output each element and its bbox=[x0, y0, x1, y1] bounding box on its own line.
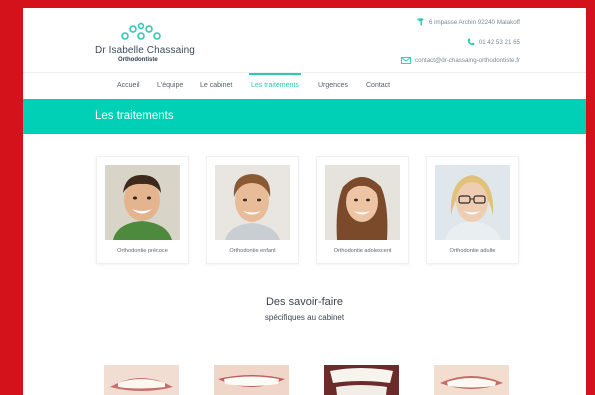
active-indicator bbox=[249, 73, 301, 75]
address-text: 6 impasse Archin 92240 Malakoff bbox=[428, 18, 520, 26]
nav-cabinet[interactable]: Le cabinet bbox=[200, 82, 232, 89]
phone-line[interactable]: 01 42 53 21 65 bbox=[467, 38, 520, 46]
nav-contact[interactable]: Contact bbox=[366, 82, 390, 89]
webpage: Dr Isabelle Chassaing Orthodontiste 6 im… bbox=[23, 8, 586, 395]
smile-photo bbox=[434, 365, 509, 395]
treatment-card[interactable]: Orthodontie adolescent bbox=[316, 156, 409, 264]
mail-icon bbox=[401, 57, 411, 64]
smile-photo bbox=[104, 365, 179, 395]
page-banner: Les traitements bbox=[23, 99, 586, 134]
smile-photo bbox=[324, 365, 399, 395]
smile-photo bbox=[214, 365, 289, 395]
child-portrait-photo bbox=[105, 165, 180, 240]
email-text: contact@dr-chassaing-orthodontiste.fr bbox=[415, 57, 520, 64]
logo[interactable]: Dr Isabelle Chassaing Orthodontiste bbox=[95, 22, 205, 63]
treatment-card[interactable]: Orthodontie précoce bbox=[96, 156, 189, 264]
treatment-label: Orthodontie précoce bbox=[117, 248, 168, 254]
section-title: Des savoir-faire bbox=[265, 296, 344, 308]
phone-icon bbox=[467, 38, 475, 46]
page-title: Les traitements bbox=[95, 110, 174, 122]
nav-accueil[interactable]: Accueil bbox=[117, 82, 140, 89]
site-header: Dr Isabelle Chassaing Orthodontiste 6 im… bbox=[23, 8, 586, 72]
treatment-label: Orthodontie adolescent bbox=[333, 248, 392, 254]
phone-text: 01 42 53 21 65 bbox=[478, 38, 520, 46]
nav-equipe[interactable]: L'équipe bbox=[157, 82, 183, 89]
treatment-card[interactable]: Orthodontie adulte bbox=[426, 156, 519, 264]
email-line[interactable]: contact@dr-chassaing-orthodontiste.fr bbox=[401, 57, 520, 64]
nav-urgences[interactable]: Urgences bbox=[318, 82, 348, 89]
tooth-icon bbox=[416, 18, 424, 26]
treatment-label: Orthodontie adulte bbox=[449, 248, 496, 254]
section-subtitle: spécifiques au cabinet bbox=[264, 313, 345, 322]
main-navigation: Accueil L'équipe Le cabinet Les traiteme… bbox=[23, 72, 586, 99]
nav-traitements[interactable]: Les traitements bbox=[251, 82, 299, 89]
boy-portrait-photo bbox=[215, 165, 290, 240]
logo-name: Dr Isabelle Chassaing bbox=[95, 45, 195, 56]
logo-subtitle: Orthodontiste bbox=[118, 57, 158, 63]
adult-portrait-photo bbox=[435, 165, 510, 240]
teen-portrait-photo bbox=[325, 165, 400, 240]
address-line: 6 impasse Archin 92240 Malakoff bbox=[416, 18, 520, 26]
treatment-label: Orthodontie enfant bbox=[229, 248, 276, 254]
treatment-card[interactable]: Orthodontie enfant bbox=[206, 156, 299, 264]
logo-molecule-icon bbox=[121, 22, 161, 40]
